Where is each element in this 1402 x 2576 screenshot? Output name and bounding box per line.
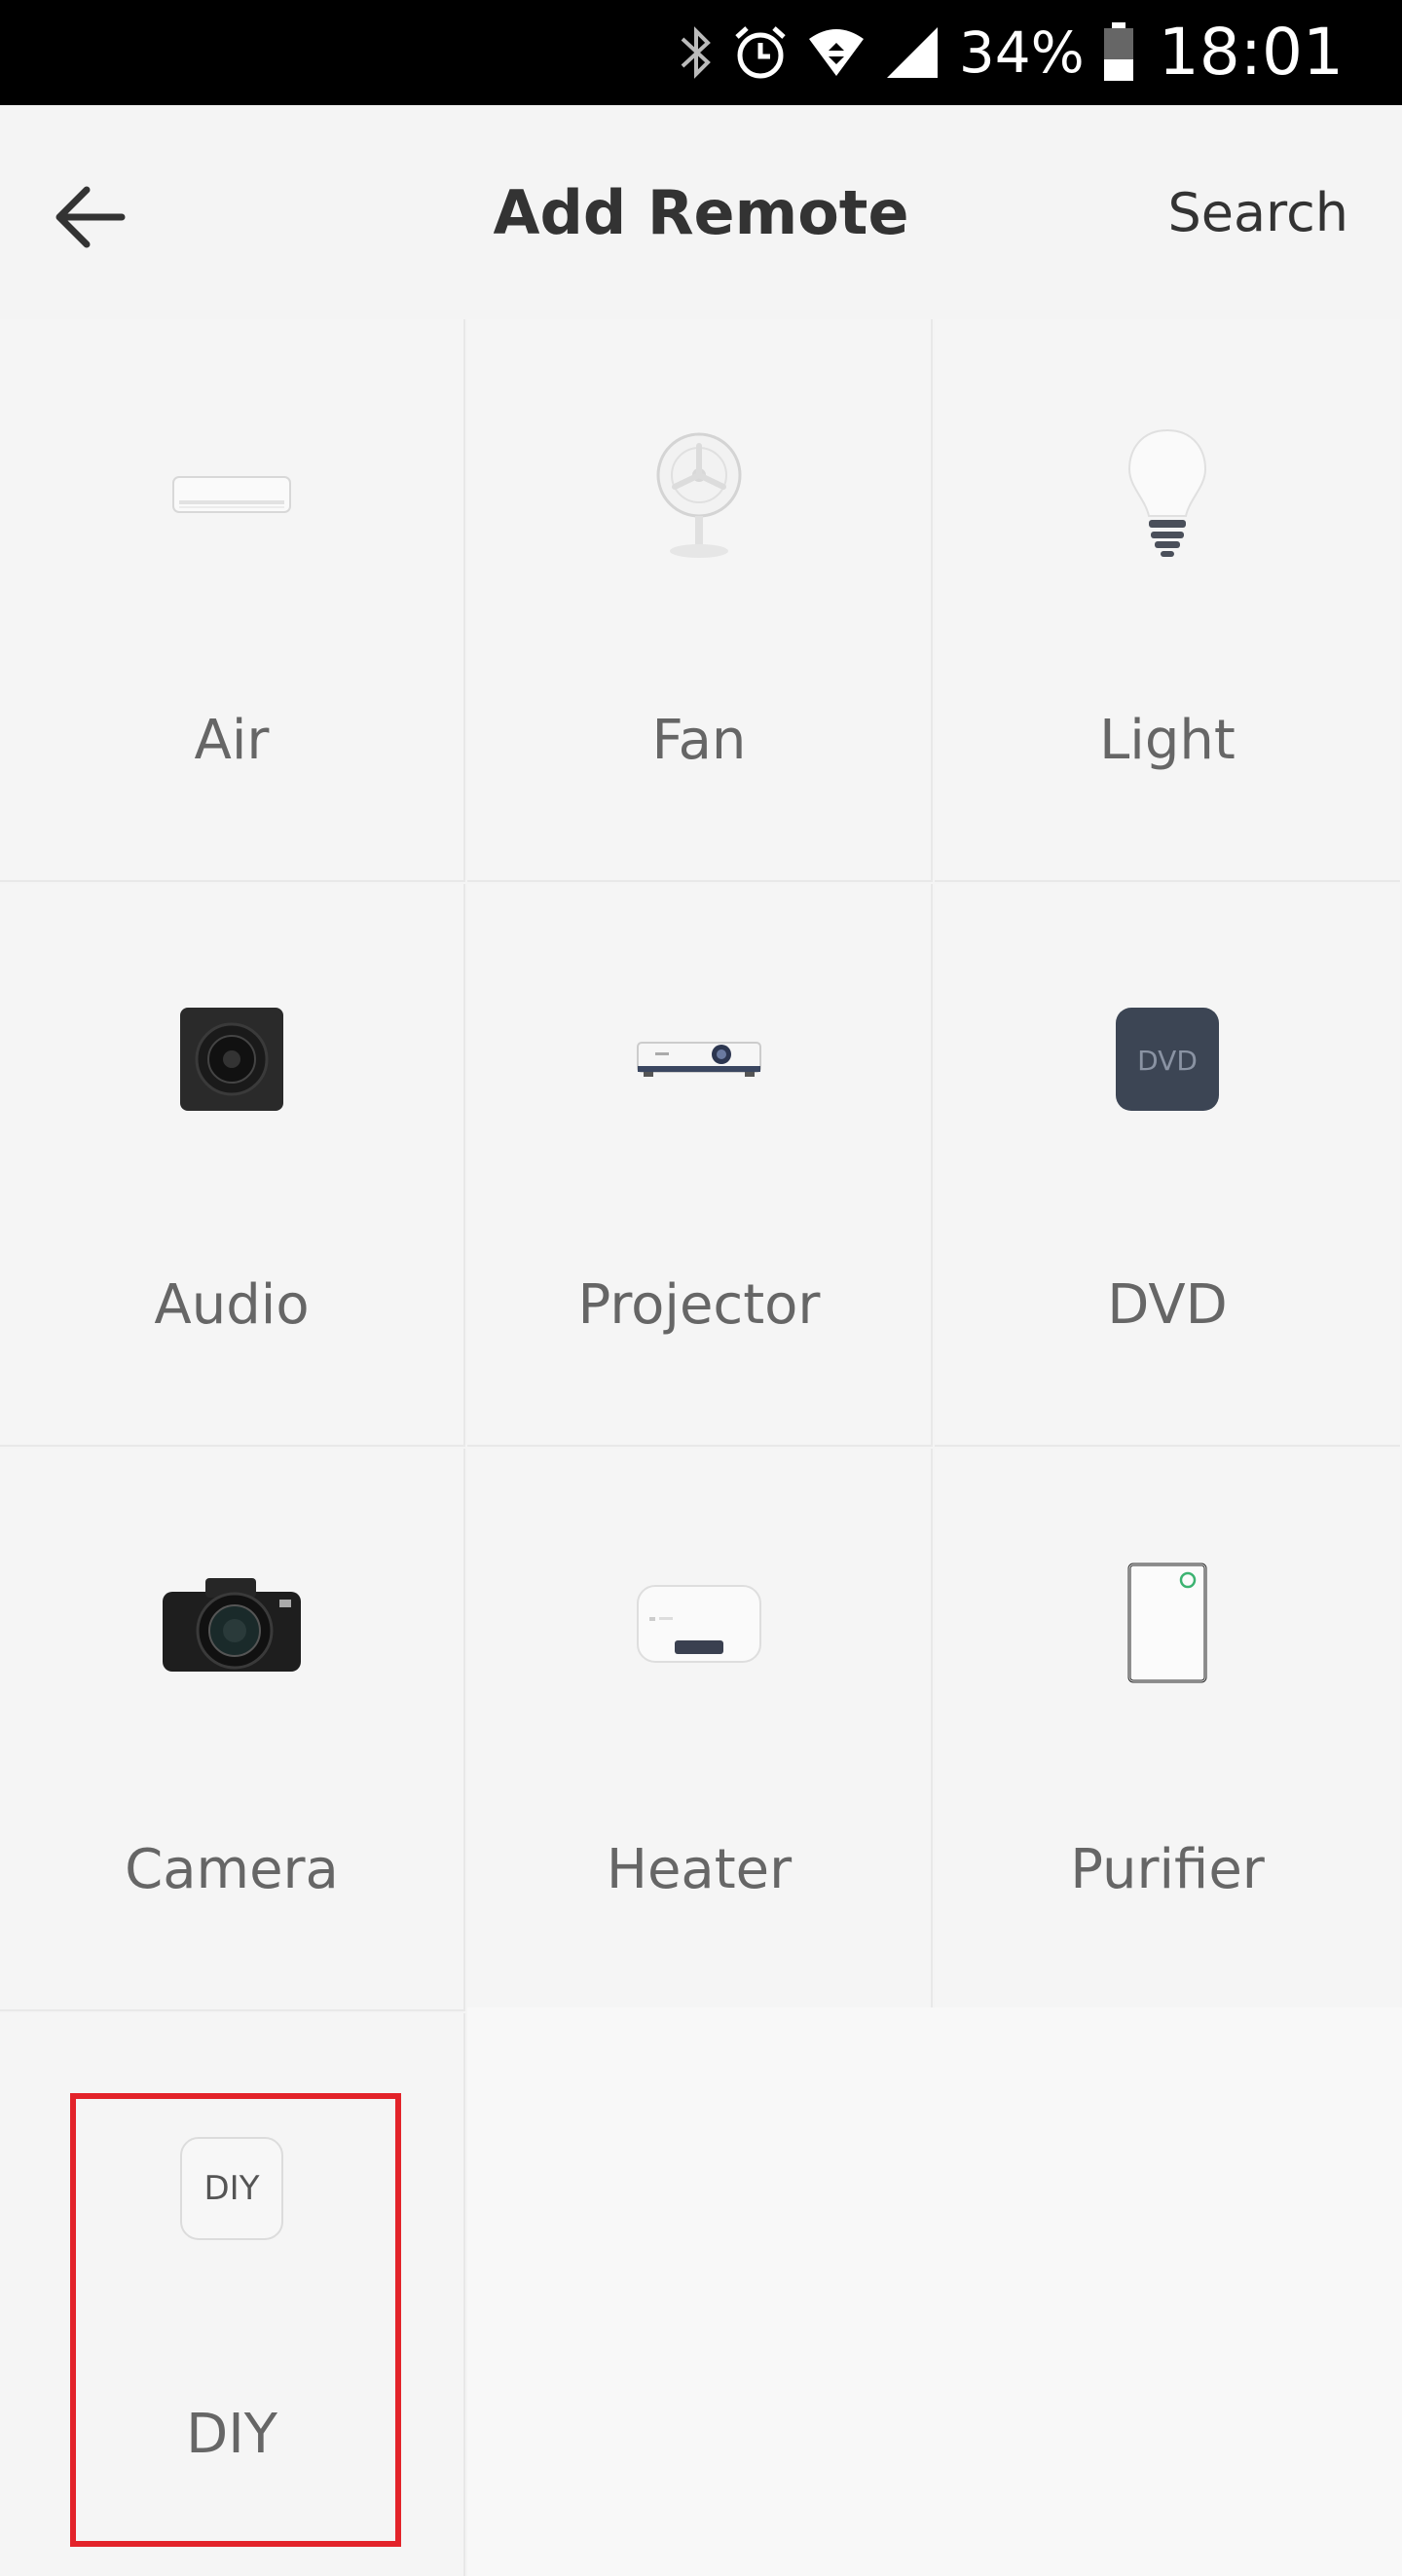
status-icons: 34% 18:01: [679, 0, 1344, 105]
fan-icon: [621, 417, 777, 572]
air-purifier-icon: [1089, 1546, 1245, 1702]
clock: 18:01: [1158, 15, 1344, 90]
bluetooth-icon: [679, 23, 714, 82]
signal-icon: [883, 25, 941, 80]
water-heater-icon: [621, 1546, 777, 1702]
search-button[interactable]: Search: [1167, 105, 1348, 319]
device-label: DVD: [1107, 1273, 1228, 1337]
device-label: Fan: [651, 709, 747, 772]
speaker-icon: [154, 981, 310, 1137]
air-conditioner-icon: [154, 417, 310, 572]
app-header: Add Remote Search: [0, 105, 1402, 319]
device-tile-camera[interactable]: Camera: [0, 1449, 465, 2011]
diy-icon: DIY: [154, 2111, 310, 2266]
device-label: Audio: [154, 1273, 310, 1337]
battery-percent: 34%: [958, 19, 1085, 86]
device-label: Heater: [606, 1838, 793, 1901]
device-tile-air[interactable]: Air: [0, 319, 465, 882]
device-tile-diy[interactable]: DIY DIY: [0, 2013, 465, 2576]
alarm-icon: [731, 23, 790, 82]
dvd-icon: DVD: [1089, 981, 1245, 1137]
device-label: DIY: [186, 2403, 277, 2466]
wifi-icon: [807, 25, 866, 80]
diy-icon-text: DIY: [204, 2169, 260, 2208]
device-tile-projector[interactable]: Projector: [467, 884, 933, 1447]
device-tile-dvd[interactable]: DVD DVD: [935, 884, 1400, 1447]
empty-grid-area: [467, 2007, 1402, 2576]
battery-icon: [1102, 22, 1135, 83]
light-bulb-icon: [1089, 417, 1245, 572]
device-tile-audio[interactable]: Audio: [0, 884, 465, 1447]
device-label: Camera: [125, 1838, 339, 1901]
back-button[interactable]: [37, 166, 144, 273]
device-tile-purifier[interactable]: Purifier: [935, 1449, 1400, 2011]
device-label: Purifier: [1070, 1838, 1265, 1901]
back-arrow-icon: [52, 178, 129, 261]
dvd-icon-text: DVD: [1137, 1045, 1198, 1077]
camera-icon: [154, 1546, 310, 1702]
device-label: Air: [194, 709, 270, 772]
device-label: Light: [1099, 709, 1236, 772]
device-tile-light[interactable]: Light: [935, 319, 1400, 882]
projector-icon: [621, 981, 777, 1137]
device-tile-fan[interactable]: Fan: [467, 319, 933, 882]
device-tile-heater[interactable]: Heater: [467, 1449, 933, 2011]
status-bar: 34% 18:01: [0, 0, 1402, 105]
device-label: Projector: [577, 1273, 821, 1337]
